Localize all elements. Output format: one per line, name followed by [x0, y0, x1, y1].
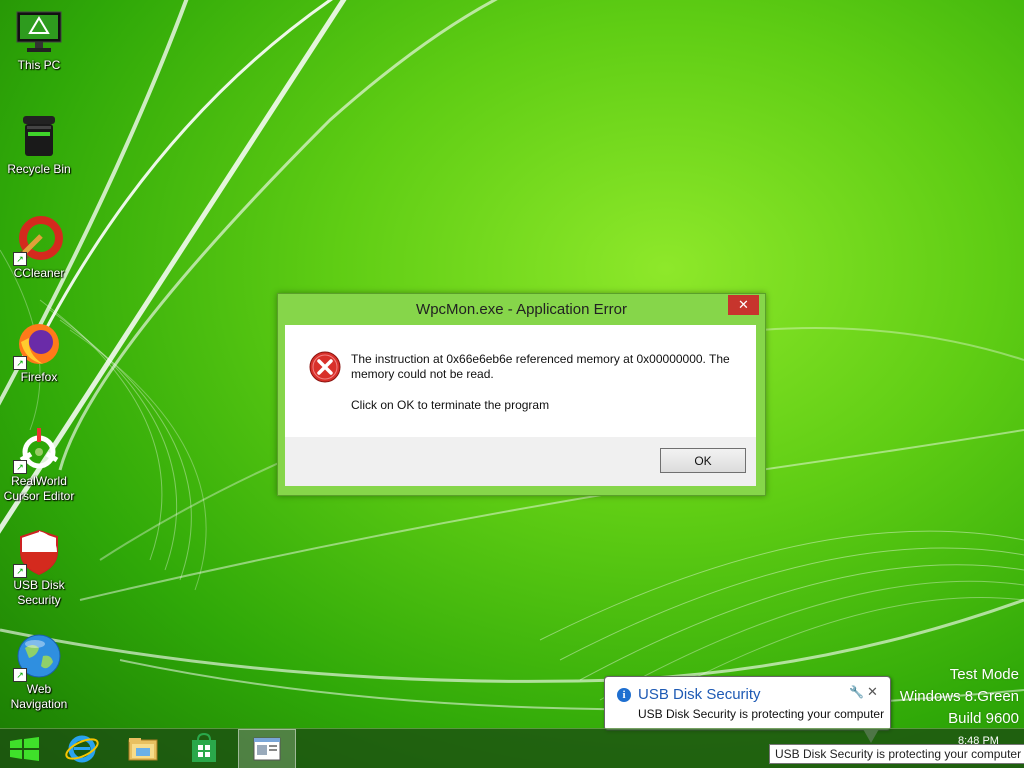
shortcut-arrow-icon: ↗	[13, 668, 27, 682]
desktop-icon-label: USB Disk Security	[13, 578, 65, 607]
taskbar-windows-store[interactable]	[179, 729, 229, 768]
wrench-icon[interactable]: 🔧	[849, 685, 864, 699]
taskbar-active-window[interactable]	[238, 729, 296, 768]
desktop-icon-label: Firefox	[20, 370, 58, 384]
folder-icon	[128, 738, 158, 761]
test-mode-watermark: Test Mode Windows 8.Green Build 9600	[900, 664, 1019, 730]
desktop-icon-this-pc[interactable]: This PC	[0, 8, 78, 73]
desktop-icon-label: This PC	[17, 58, 61, 72]
desktop-icon-ccleaner[interactable]: ↗ CCleaner	[0, 216, 78, 281]
usb-disk-security-shield-icon: ↗	[13, 528, 63, 578]
shortcut-arrow-icon: ↗	[13, 564, 27, 578]
terminate-message: Click on OK to terminate the program	[351, 398, 550, 412]
notification-balloon[interactable]: i USB Disk Security USB Disk Security is…	[604, 676, 891, 743]
application-error-dialog: WpcMon.exe - Application Error ✕ The ins…	[277, 293, 766, 496]
dialog-title: WpcMon.exe - Application Error	[416, 301, 627, 318]
desktop-icon-label: RealWorld Cursor Editor	[3, 474, 75, 503]
desktop-icon-label: CCleaner	[13, 266, 65, 280]
balloon-close-button[interactable]: ✕	[867, 684, 878, 700]
desktop-icon-label: Recycle Bin	[7, 162, 71, 176]
firefox-icon: ↗	[13, 320, 63, 370]
taskbar-file-explorer[interactable]	[118, 729, 168, 768]
desktop-icon-web-navigation[interactable]: ↗ Web Navigation	[0, 632, 78, 712]
balloon-text: USB Disk Security is protecting your com…	[638, 707, 885, 721]
watermark-line: Test Mode	[949, 666, 1019, 683]
monitor-icon	[15, 8, 63, 56]
ccleaner-icon: ↗	[13, 216, 63, 266]
dialog-close-button[interactable]: ✕	[728, 295, 759, 315]
error-icon	[309, 351, 341, 383]
shortcut-arrow-icon: ↗	[13, 252, 27, 266]
watermark-line: Windows 8.Green	[899, 688, 1019, 705]
watermark-line: Build 9600	[948, 710, 1019, 727]
desktop: This PC Recycle Bin ↗ CCleaner ↗ Firefox…	[0, 0, 1024, 768]
taskbar-internet-explorer[interactable]	[57, 729, 107, 768]
dialog-content: The instruction at 0x66e6eb6e referenced…	[285, 325, 756, 437]
window-icon	[253, 737, 281, 761]
internet-explorer-icon	[65, 735, 99, 763]
globe-icon: ↗	[13, 632, 63, 682]
windows-logo-icon	[10, 737, 39, 761]
realworld-cursor-editor-icon: ↗	[13, 424, 63, 474]
ok-button[interactable]: OK	[660, 448, 746, 473]
desktop-icon-label: Web Navigation	[10, 682, 68, 711]
recycle-bin-icon	[15, 112, 63, 160]
tray-tooltip: USB Disk Security is protecting your com…	[769, 744, 1024, 764]
balloon-title: USB Disk Security	[638, 686, 761, 703]
desktop-icon-recycle-bin[interactable]: Recycle Bin	[0, 112, 78, 177]
desktop-icon-realworld-cursor-editor[interactable]: ↗ RealWorld Cursor Editor	[0, 424, 78, 504]
shortcut-arrow-icon: ↗	[13, 460, 27, 474]
info-icon: i	[617, 688, 631, 702]
error-message: The instruction at 0x66e6eb6e referenced…	[351, 352, 730, 381]
start-button[interactable]	[0, 729, 50, 768]
shortcut-arrow-icon: ↗	[13, 356, 27, 370]
dialog-footer: OK	[285, 437, 756, 486]
desktop-icon-usb-disk-security[interactable]: ↗ USB Disk Security	[0, 528, 78, 608]
desktop-icon-firefox[interactable]: ↗ Firefox	[0, 320, 78, 385]
store-icon	[192, 732, 216, 762]
